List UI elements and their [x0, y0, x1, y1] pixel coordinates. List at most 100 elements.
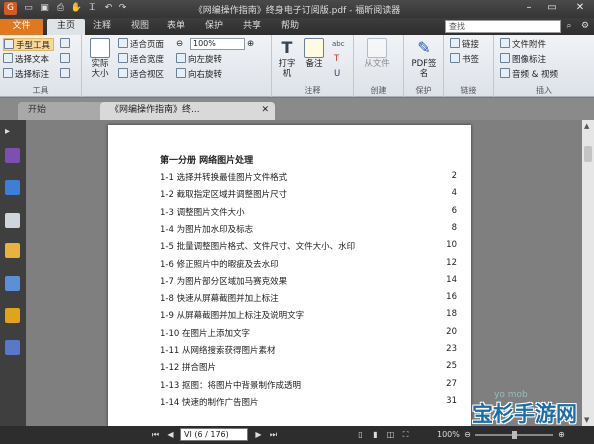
toc-entry-page: 8 — [451, 222, 457, 233]
toc-row[interactable]: 1-6 修正照片中的暇疵及去水印 12 — [160, 258, 457, 274]
continuous-view-icon[interactable]: ▮ — [370, 429, 381, 440]
toc-entry-page: 23 — [446, 344, 457, 354]
toc-row[interactable]: 1-8 快速从屏幕截图并加上标注 16 — [160, 292, 457, 308]
minimize-icon[interactable]: – — [520, 0, 538, 16]
toc-row[interactable]: 1-7 为图片部分区域加马赛克效果 14 — [160, 275, 457, 291]
tab-start[interactable]: 开始 — [18, 102, 110, 120]
from-file-button[interactable]: 从文件 — [360, 38, 394, 69]
close-icon[interactable]: ✕ — [566, 0, 594, 16]
audio-video-label: 音频 & 视频 — [512, 70, 559, 80]
bookmark-button[interactable]: 书签 — [450, 53, 479, 66]
fit-page-button[interactable]: 适合页面 — [118, 38, 164, 51]
maximize-icon[interactable]: ▭ — [543, 0, 561, 16]
zoom-tool-icon[interactable] — [60, 68, 72, 81]
comments-icon[interactable] — [5, 243, 20, 258]
tab-protect[interactable]: 保护 — [198, 19, 230, 35]
audio-video-button[interactable]: 音频 & 视频 — [500, 68, 558, 81]
select-text-icon — [3, 53, 13, 63]
fit-icon[interactable]: ⛶ — [400, 429, 411, 440]
toc-row[interactable]: 1-9 从屏幕截图并加上标注及说明文字 18 — [160, 309, 457, 325]
toc-row[interactable]: 1-14 快速的制作广告图片 31 — [160, 396, 457, 412]
toc-row[interactable]: 1-2 截取指定区域并调整图片尺寸 4 — [160, 188, 457, 204]
toc-row[interactable]: 1-13 抠图：将图片中背景制作成透明 27 — [160, 379, 457, 395]
toc-entry-page: 18 — [446, 309, 457, 320]
search-icon[interactable]: ⌕ — [562, 19, 576, 35]
fit-visible-icon — [118, 68, 128, 78]
search-input[interactable]: 查找 — [445, 20, 561, 33]
attachments-icon[interactable] — [5, 276, 20, 291]
tab-view[interactable]: 视图 — [124, 19, 156, 35]
file-attachment-label: 文件附件 — [512, 40, 547, 50]
image-annotation-button[interactable]: 图像标注 — [500, 53, 546, 66]
toc-row[interactable]: 1-3 调整图片文件大小 6 — [160, 206, 457, 222]
link-button[interactable]: 链接 — [450, 38, 479, 51]
document-tab-label: 《网编操作指南》终... — [110, 105, 200, 115]
toc-row[interactable]: 1-12 拼合图片 25 — [160, 361, 457, 377]
vertical-scrollbar[interactable]: ▲ ▼ — [582, 120, 594, 426]
toc-entry-title: 1-11 从网络搜索获得图片素材 — [160, 346, 276, 356]
layers-icon[interactable] — [5, 213, 20, 228]
tab-share[interactable]: 共享 — [236, 19, 268, 35]
pdf-sign-button[interactable]: ✎ PDF签名 — [408, 38, 440, 79]
highlight-icon[interactable]: T — [334, 53, 339, 66]
select-text-button[interactable]: 选择文本 — [3, 53, 49, 66]
pdf-page: 第一分册 网络图片处理 1-1 选择并转换最佳图片文件格式 2 1-2 截取指定区域… — [108, 125, 471, 426]
note-button[interactable]: 备注 — [302, 38, 326, 69]
rotate-left-button[interactable]: 向左旋转 — [176, 53, 222, 66]
snapshot-icon[interactable] — [60, 38, 72, 51]
bookmarks-icon[interactable] — [5, 148, 20, 163]
fit-visible-button[interactable]: 适合视区 — [118, 68, 164, 81]
zoom-out-icon[interactable]: ⊖ — [176, 38, 183, 51]
expand-panel-icon[interactable]: ▸ — [5, 126, 20, 141]
toc-entry-title: 1-9 从屏幕截图并加上标注及说明文字 — [160, 311, 305, 322]
select-annotation-label: 选择标注 — [15, 70, 50, 80]
tab-document[interactable]: 《网编操作指南》终... ✕ — [100, 102, 275, 120]
fit-page-icon — [118, 38, 128, 48]
toc-row[interactable]: 1-4 为图片加水印及标志 8 — [160, 223, 457, 239]
underline-icon[interactable]: U — [334, 68, 340, 81]
next-page-icon[interactable]: ▶ — [253, 429, 264, 440]
toc-entry-title: 1-6 修正照片中的暇疵及去水印 — [160, 259, 279, 270]
scroll-up-icon[interactable]: ▲ — [584, 122, 589, 130]
tab-file[interactable]: 文件 — [0, 19, 43, 35]
fit-width-button[interactable]: 适合宽度 — [118, 53, 164, 66]
first-page-icon[interactable]: ⏮ — [150, 429, 161, 440]
watermark-logo: yo mob 宝杉手游网 — [472, 390, 592, 442]
toc-entry-page: 6 — [451, 205, 457, 216]
toc-row[interactable]: 1-1 选择并转换最佳图片文件格式 2 — [160, 171, 457, 187]
toc-row[interactable]: 1-10 在图片上添加文字 20 — [160, 327, 457, 343]
pdf-sign-label: PDF签名 — [411, 59, 437, 79]
signatures-icon[interactable] — [5, 340, 20, 355]
tab-comment[interactable]: 注释 — [86, 19, 118, 35]
tab-form[interactable]: 表单 — [160, 19, 192, 35]
toc-row[interactable]: 1-5 批量调整图片格式、文件尺寸、文件大小、水印 10 — [160, 240, 457, 256]
scrollbar-thumb[interactable] — [584, 146, 592, 162]
close-tab-icon[interactable]: ✕ — [261, 102, 269, 119]
select-annotation-button[interactable]: 选择标注 — [3, 68, 49, 81]
zoom-input[interactable]: 100% — [190, 38, 245, 50]
pages-icon[interactable] — [5, 180, 20, 195]
clipboard-icon[interactable] — [60, 53, 72, 66]
hand-tool-button[interactable]: 手型工具 — [3, 38, 55, 51]
actual-size-button[interactable]: 实际大小 — [88, 38, 112, 79]
tab-help[interactable]: 帮助 — [274, 19, 306, 35]
file-attachment-button[interactable]: 文件附件 — [500, 38, 546, 51]
watermark-text: 宝杉手游网 — [472, 402, 577, 426]
zoom-in-icon[interactable]: ⊕ — [247, 38, 254, 51]
attachment-icon — [500, 38, 510, 48]
toc-entry-page: 12 — [446, 257, 457, 268]
security-icon[interactable] — [5, 308, 20, 323]
single-page-view-icon[interactable]: ▯ — [355, 429, 366, 440]
page-number-input[interactable]: VI (6 / 176) — [180, 428, 248, 441]
facing-view-icon[interactable]: ◫ — [385, 429, 396, 440]
settings-icon[interactable]: ⚙ — [578, 19, 592, 35]
rotate-right-button[interactable]: 向右旋转 — [176, 68, 222, 81]
prev-page-icon[interactable]: ◀ — [165, 429, 176, 440]
tab-home[interactable]: 主页 — [47, 19, 85, 35]
typewriter-button[interactable]: T 打字机 — [275, 38, 299, 79]
last-page-icon[interactable]: ⏭ — [268, 429, 279, 440]
paste-icon — [60, 53, 70, 63]
toc-row[interactable]: 1-11 从网络搜索获得图片素材 23 — [160, 344, 457, 360]
abc-icon[interactable]: abc — [332, 38, 345, 51]
ribbon: 手型工具 选择文本 选择标注 工具 实际大小 适合页面 适合宽度 适合视区 ⊖ … — [0, 35, 594, 97]
